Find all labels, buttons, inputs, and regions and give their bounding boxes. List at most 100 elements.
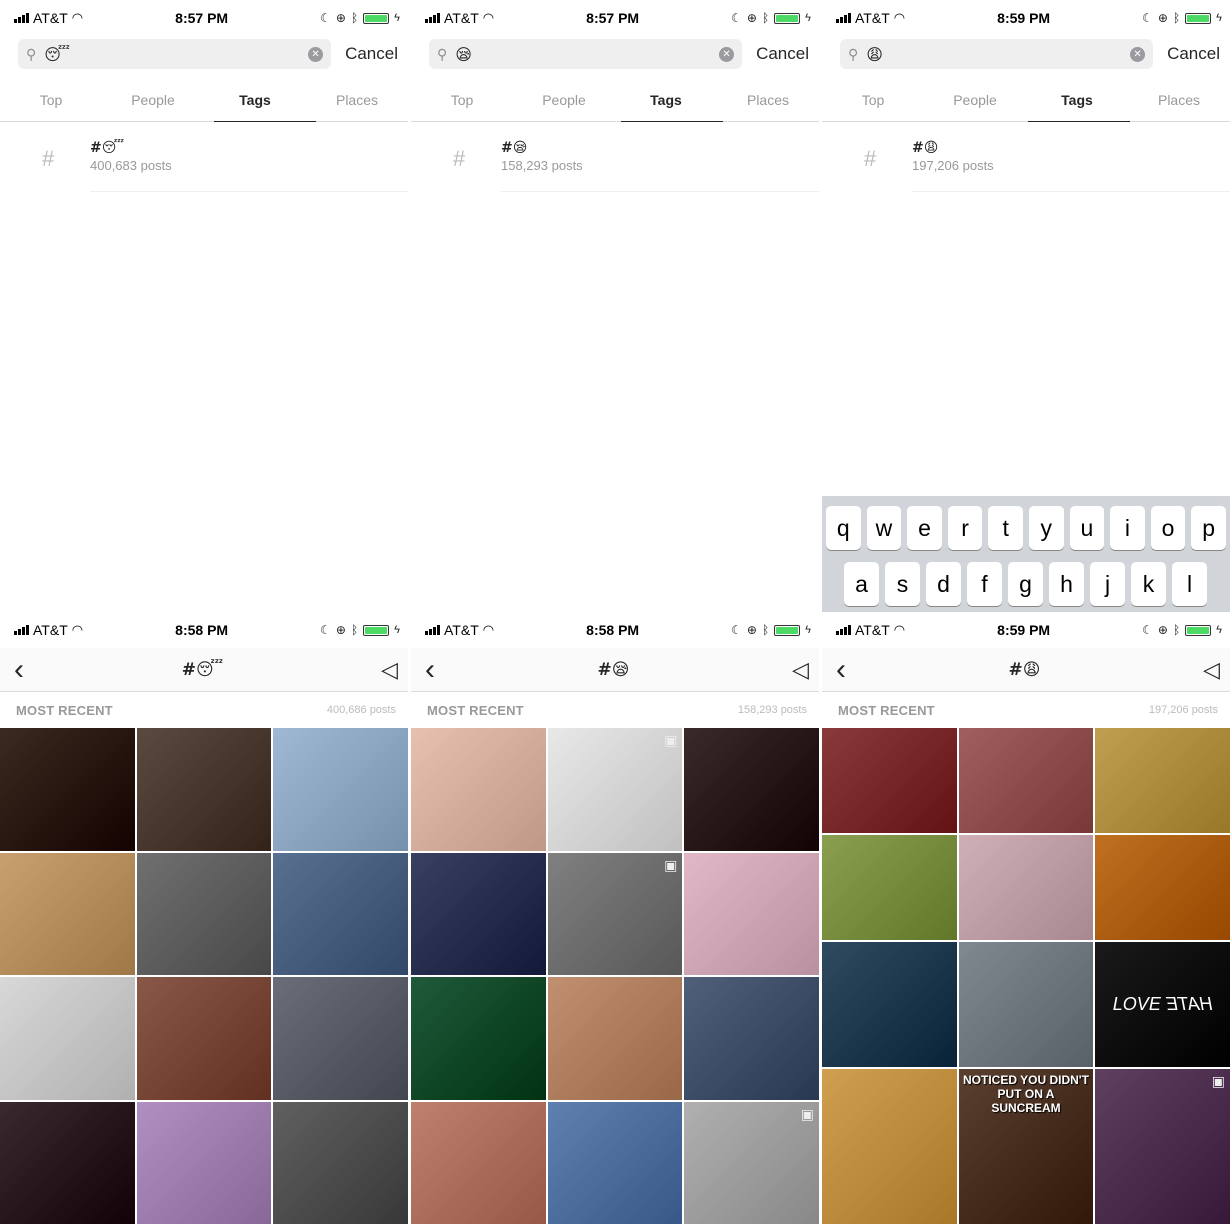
photo-thumbnail[interactable] bbox=[547, 1101, 683, 1224]
status-bar: AT&T ◠ 8:59 PM ☾ ⊕ ᛒ ϟ bbox=[822, 0, 1230, 36]
key-e[interactable]: e bbox=[907, 506, 942, 550]
search-input[interactable]: ⚲ 😪 ✕ bbox=[429, 39, 743, 69]
love-text: LOVE bbox=[1112, 993, 1161, 1014]
tab-top[interactable]: Top bbox=[411, 78, 513, 121]
photo-thumbnail[interactable] bbox=[273, 728, 408, 851]
clear-icon[interactable]: ✕ bbox=[719, 46, 735, 62]
key-o[interactable]: o bbox=[1150, 506, 1186, 550]
tab-places[interactable]: Places bbox=[1128, 78, 1230, 121]
tab-people[interactable]: People bbox=[513, 78, 615, 121]
photo-thumbnail[interactable] bbox=[1095, 834, 1230, 940]
section-header: MOST RECENT 400,686 posts bbox=[0, 692, 408, 728]
photo-thumbnail[interactable] bbox=[958, 834, 1094, 940]
clear-icon[interactable]: ✕ bbox=[1130, 46, 1146, 62]
cancel-button[interactable]: Cancel bbox=[345, 44, 398, 64]
photo-thumbnail[interactable] bbox=[0, 852, 135, 975]
tab-people[interactable]: People bbox=[924, 78, 1026, 121]
key-u[interactable]: u bbox=[1069, 506, 1105, 550]
search-input[interactable]: ⚲ 😩 ✕ bbox=[840, 39, 1154, 69]
photo-thumbnail[interactable] bbox=[958, 728, 1094, 833]
key-j[interactable]: j bbox=[1090, 562, 1125, 606]
back-icon[interactable]: ‹ bbox=[425, 654, 435, 685]
photo-thumbnail[interactable] bbox=[273, 852, 408, 975]
search-input[interactable]: ⚲ 😴 ✕ bbox=[18, 39, 332, 69]
tab-people[interactable]: People bbox=[102, 78, 204, 121]
post-count: 158,293 posts bbox=[737, 704, 807, 716]
photo-thumbnail[interactable] bbox=[547, 977, 683, 1100]
photo-thumbnail[interactable] bbox=[136, 977, 272, 1100]
photo-thumbnail[interactable] bbox=[822, 1069, 957, 1224]
search-icon: ⚲ bbox=[848, 45, 859, 62]
photo-thumbnail[interactable] bbox=[411, 1101, 546, 1224]
tab-tags[interactable]: Tags bbox=[1026, 78, 1128, 121]
photo-thumbnail[interactable] bbox=[136, 1101, 272, 1224]
tab-top[interactable]: Top bbox=[822, 78, 924, 121]
photo-thumbnail[interactable]: ▣ bbox=[547, 728, 683, 851]
key-f[interactable]: f bbox=[967, 562, 1002, 606]
bluetooth-icon: ᛒ bbox=[1172, 11, 1181, 25]
cancel-button[interactable]: Cancel bbox=[1167, 44, 1220, 64]
photo-thumbnail[interactable] bbox=[684, 977, 819, 1100]
search-row: ⚲ 😴 ✕ Cancel bbox=[0, 36, 408, 72]
photo-thumbnail[interactable] bbox=[822, 834, 957, 940]
photo-thumbnail[interactable]: LOVE HATE bbox=[1095, 941, 1230, 1068]
photo-thumbnail[interactable]: ▣ bbox=[1095, 1069, 1230, 1224]
key-s[interactable]: s bbox=[885, 562, 920, 606]
photo-thumbnail[interactable] bbox=[411, 852, 546, 975]
moon-icon: ☾ bbox=[731, 11, 742, 25]
photo-thumbnail[interactable] bbox=[958, 941, 1094, 1068]
tab-places[interactable]: Places bbox=[717, 78, 819, 121]
key-h[interactable]: h bbox=[1049, 562, 1084, 606]
photo-thumbnail[interactable] bbox=[1095, 728, 1230, 833]
photo-thumbnail[interactable]: ▣ bbox=[684, 1101, 819, 1224]
photo-thumbnail[interactable]: NOTICED YOU DIDN'T PUT ON A SUNCREAM bbox=[958, 1069, 1094, 1224]
video-icon: ▣ bbox=[1211, 1073, 1225, 1090]
photo-thumbnail[interactable] bbox=[822, 941, 957, 1068]
back-icon[interactable]: ‹ bbox=[14, 654, 24, 685]
photo-thumbnail[interactable] bbox=[136, 852, 272, 975]
photo-thumbnail[interactable] bbox=[0, 728, 135, 851]
photo-thumbnail[interactable] bbox=[411, 728, 546, 851]
key-y[interactable]: y bbox=[1028, 506, 1064, 550]
back-icon[interactable]: ‹ bbox=[836, 654, 846, 685]
signal-icon bbox=[836, 625, 851, 635]
moon-icon: ☾ bbox=[1142, 623, 1153, 637]
moon-icon: ☾ bbox=[320, 623, 331, 637]
photo-thumbnail[interactable] bbox=[273, 1101, 408, 1224]
photo-thumbnail[interactable] bbox=[822, 728, 957, 833]
photo-thumbnail[interactable] bbox=[0, 1101, 135, 1224]
photo-thumbnail[interactable] bbox=[273, 977, 408, 1100]
charging-icon: ϟ bbox=[394, 624, 400, 636]
photo-thumbnail[interactable] bbox=[136, 728, 272, 851]
key-t[interactable]: t bbox=[988, 506, 1023, 550]
photo-thumbnail[interactable] bbox=[0, 977, 135, 1100]
key-g[interactable]: g bbox=[1008, 562, 1043, 606]
key-a[interactable]: a bbox=[844, 562, 879, 606]
key-l[interactable]: l bbox=[1172, 562, 1207, 606]
send-icon[interactable]: ◁ bbox=[1203, 657, 1220, 683]
key-p[interactable]: p bbox=[1191, 506, 1226, 550]
key-q[interactable]: q bbox=[826, 506, 861, 550]
tag-result[interactable]: # #😩 197,206 posts bbox=[822, 122, 1230, 192]
send-icon[interactable]: ◁ bbox=[792, 657, 809, 683]
clear-icon[interactable]: ✕ bbox=[308, 46, 324, 62]
tab-top[interactable]: Top bbox=[0, 78, 102, 121]
photo-thumbnail[interactable] bbox=[684, 852, 819, 975]
key-r[interactable]: r bbox=[947, 506, 983, 550]
send-icon[interactable]: ◁ bbox=[381, 657, 398, 683]
key-k[interactable]: k bbox=[1131, 562, 1166, 606]
tag-name: #😴 bbox=[90, 140, 125, 156]
photo-thumbnail[interactable] bbox=[411, 977, 546, 1100]
key-w[interactable]: w bbox=[866, 506, 902, 550]
photo-thumbnail[interactable] bbox=[684, 728, 819, 851]
key-d[interactable]: d bbox=[926, 562, 961, 606]
photo-thumbnail[interactable]: ▣ bbox=[547, 852, 683, 975]
tab-places[interactable]: Places bbox=[306, 78, 408, 121]
cancel-button[interactable]: Cancel bbox=[756, 44, 809, 64]
search-row: ⚲ 😩 ✕ Cancel bbox=[822, 36, 1230, 72]
tag-result[interactable]: # #😴 400,683 posts bbox=[0, 122, 408, 192]
key-i[interactable]: i bbox=[1110, 506, 1145, 550]
tab-tags[interactable]: Tags bbox=[204, 78, 306, 121]
tag-result[interactable]: # #😪 158,293 posts bbox=[411, 122, 819, 192]
tab-tags[interactable]: Tags bbox=[615, 78, 717, 121]
